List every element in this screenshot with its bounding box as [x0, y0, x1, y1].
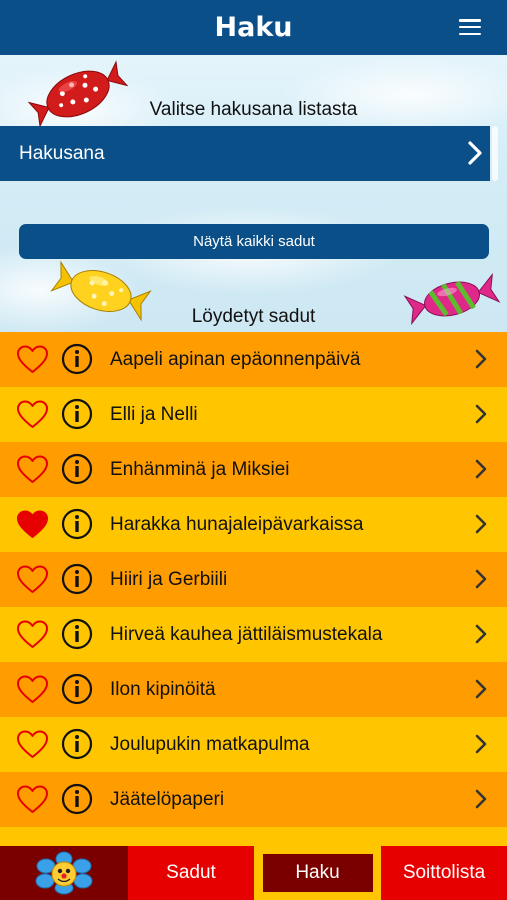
story-row[interactable]: Ilon kipinöitä	[0, 662, 507, 717]
story-title: Joulupukin matkapulma	[110, 734, 310, 755]
info-icon[interactable]	[61, 673, 93, 705]
story-row[interactable]: Aapeli apinan epäonnenpäivä	[0, 332, 507, 387]
info-icon[interactable]	[61, 783, 93, 815]
story-title: Aapeli apinan epäonnenpäivä	[110, 349, 361, 370]
found-stories-heading: Löydetyt sadut	[191, 306, 316, 327]
heart-outline-icon[interactable]	[17, 400, 48, 429]
story-row[interactable]: Jäätelöpaperi	[0, 772, 507, 827]
story-row[interactable]: Enhänminä ja Miksiei	[0, 442, 507, 497]
story-row[interactable]: Hiiri ja Gerbiili	[0, 552, 507, 607]
info-icon[interactable]	[61, 563, 93, 595]
tab-home[interactable]	[0, 846, 128, 900]
story-title: Hirveä kauhea jättiläismustekala	[110, 624, 383, 645]
story-row[interactable]: Harakka hunajaleipävarkaissa	[0, 497, 507, 552]
chevron-right-icon	[475, 789, 487, 809]
chevron-right-icon	[475, 569, 487, 589]
info-icon[interactable]	[61, 508, 93, 540]
search-field-label: Hakusana	[19, 142, 105, 164]
heart-outline-icon[interactable]	[17, 345, 48, 374]
story-row[interactable]: Elli ja Nelli	[0, 387, 507, 442]
info-icon[interactable]	[61, 343, 93, 375]
search-panel: Valitse hakusana listasta Hakusana Näytä…	[0, 55, 507, 332]
flower-mascot-icon	[35, 851, 93, 895]
chevron-right-icon	[475, 624, 487, 644]
story-list: Aapeli apinan epäonnenpäivä Elli ja Nelli…	[0, 332, 507, 846]
show-all-stories-button[interactable]: Näytä kaikki sadut	[19, 224, 489, 259]
story-title: Jäätelöpaperi	[110, 789, 225, 810]
info-icon[interactable]	[61, 398, 93, 430]
heart-outline-icon[interactable]	[17, 620, 48, 649]
page-title: Haku	[214, 12, 293, 43]
chevron-right-icon	[475, 514, 487, 534]
story-row-partial[interactable]	[0, 827, 507, 846]
chevron-right-icon	[475, 459, 487, 479]
hamburger-menu-icon[interactable]	[459, 19, 481, 35]
heart-outline-icon[interactable]	[17, 455, 48, 484]
chevron-right-icon	[475, 404, 487, 424]
search-keyword-selector[interactable]: Hakusana	[0, 126, 490, 181]
info-icon[interactable]	[61, 728, 93, 760]
top-bar: Haku	[0, 0, 507, 55]
story-title: Enhänminä ja Miksiei	[110, 459, 290, 480]
heart-outline-icon[interactable]	[17, 730, 48, 759]
chevron-right-icon	[475, 349, 487, 369]
info-icon[interactable]	[61, 618, 93, 650]
chevron-right-icon	[475, 734, 487, 754]
story-row[interactable]: Hirveä kauhea jättiläismustekala	[0, 607, 507, 662]
scrollbar[interactable]	[492, 126, 498, 181]
heart-outline-icon[interactable]	[17, 565, 48, 594]
story-title: Hiiri ja Gerbiili	[110, 569, 228, 590]
chevron-right-icon	[475, 679, 487, 699]
heart-outline-icon[interactable]	[17, 675, 48, 704]
story-row[interactable]: Joulupukin matkapulma	[0, 717, 507, 772]
tab-sadut[interactable]: Sadut	[128, 846, 254, 900]
tab-haku[interactable]: Haku	[254, 846, 381, 900]
tab-bar: Sadut Haku Soittolista	[0, 846, 507, 900]
chevron-right-icon	[468, 141, 482, 165]
heart-outline-icon[interactable]	[17, 785, 48, 814]
story-title: Ilon kipinöitä	[110, 679, 216, 700]
search-prompt: Valitse hakusana listasta	[149, 99, 358, 120]
tab-soittolista[interactable]: Soittolista	[381, 846, 507, 900]
tab-haku-label: Haku	[262, 854, 373, 892]
heart-filled-icon[interactable]	[17, 510, 48, 539]
info-icon[interactable]	[61, 453, 93, 485]
story-title: Harakka hunajaleipävarkaissa	[110, 514, 364, 535]
story-title: Elli ja Nelli	[110, 404, 198, 425]
